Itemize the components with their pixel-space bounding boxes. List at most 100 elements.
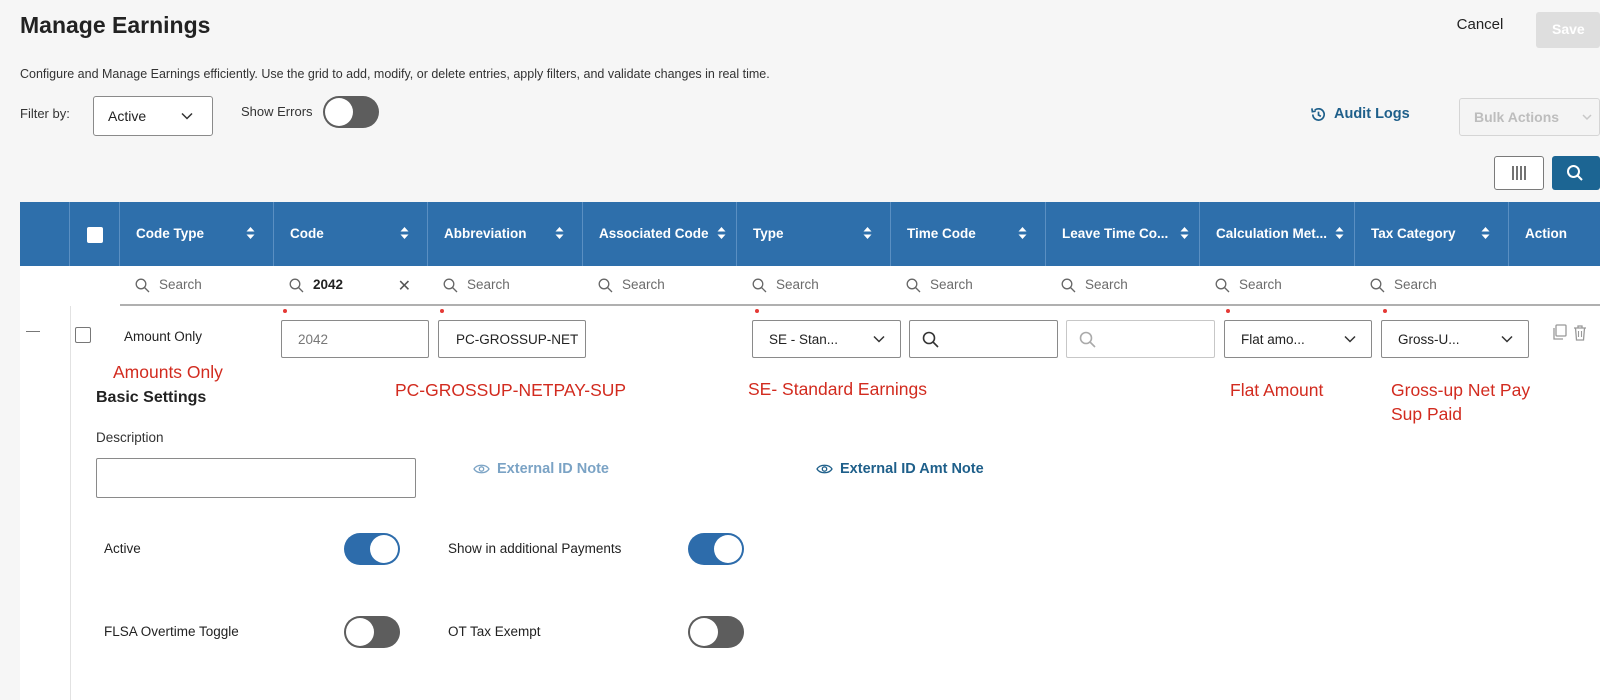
external-id-note-label: External ID Note xyxy=(497,461,609,477)
column-label: Abbreviation xyxy=(444,226,527,241)
collapse-row-icon[interactable] xyxy=(26,331,40,332)
active-toggle[interactable] xyxy=(344,533,400,565)
copy-icon[interactable] xyxy=(1552,324,1568,341)
row-checkbox[interactable] xyxy=(75,327,91,343)
filter-placeholder: Search xyxy=(467,277,510,292)
annotation-tax-line1: Gross-up Net Pay xyxy=(1391,380,1531,400)
chevron-down-icon xyxy=(1501,335,1513,343)
abbreviation-filter-input[interactable]: Search xyxy=(427,266,582,306)
ot-tax-exempt-toggle[interactable] xyxy=(688,616,744,648)
chevron-down-icon xyxy=(1344,335,1356,343)
filter-by-label: Filter by: xyxy=(20,106,70,121)
external-id-amt-note-link[interactable]: External ID Amt Note xyxy=(816,461,984,477)
eye-icon xyxy=(473,464,490,474)
clear-icon[interactable]: ✕ xyxy=(398,276,411,296)
chevron-down-icon xyxy=(1582,114,1592,121)
type-filter-input[interactable]: Search xyxy=(736,266,890,306)
select-all-checkbox[interactable] xyxy=(87,227,103,243)
toggle-knob xyxy=(690,618,718,646)
save-button[interactable]: Save xyxy=(1536,12,1600,48)
leave-time-code-filter-input[interactable]: Search xyxy=(1045,266,1199,306)
search-button[interactable] xyxy=(1552,156,1600,190)
column-header-code[interactable]: Code xyxy=(273,202,427,266)
sort-icon xyxy=(246,227,255,239)
column-header-type[interactable]: Type xyxy=(736,202,890,266)
search-icon xyxy=(289,278,304,293)
audit-logs-link[interactable]: Audit Logs xyxy=(1311,106,1410,122)
flsa-overtime-label: FLSA Overtime Toggle xyxy=(104,624,239,639)
bulk-actions-label: Bulk Actions xyxy=(1474,109,1560,125)
time-code-filter-input[interactable]: Search xyxy=(890,266,1045,306)
column-label: Leave Time Co... xyxy=(1062,226,1169,241)
column-header-code-type[interactable]: Code Type xyxy=(119,202,273,266)
column-header-tax-category[interactable]: Tax Category xyxy=(1354,202,1508,266)
sort-icon xyxy=(1481,227,1490,239)
flsa-overtime-toggle[interactable] xyxy=(344,616,400,648)
calculation-method-select[interactable]: Flat amo... xyxy=(1224,320,1372,358)
annotation-calculation: Flat Amount xyxy=(1230,380,1324,400)
calculation-method-filter-input[interactable]: Search xyxy=(1199,266,1354,306)
row-gutter-divider xyxy=(70,306,71,700)
abbreviation-input-value: PC-GROSSUP-NET xyxy=(456,332,579,347)
filter-placeholder: Search xyxy=(776,277,819,292)
tax-category-select[interactable]: Gross-U... xyxy=(1381,320,1529,358)
tax-category-filter-input[interactable]: Search xyxy=(1354,266,1508,306)
external-id-amt-note-label: External ID Amt Note xyxy=(840,461,984,477)
search-icon xyxy=(922,331,939,348)
search-icon xyxy=(1061,278,1076,293)
code-input-value: 2042 xyxy=(298,332,329,347)
ot-tax-exempt-label: OT Tax Exempt xyxy=(448,624,541,639)
column-settings-button[interactable] xyxy=(1494,156,1544,190)
required-marker xyxy=(1383,309,1387,313)
delete-icon[interactable] xyxy=(1572,324,1588,341)
column-header-leave-time-code[interactable]: Leave Time Co... xyxy=(1045,202,1199,266)
annotation-type: SE- Standard Earnings xyxy=(748,379,927,399)
show-in-additional-payments-toggle[interactable] xyxy=(688,533,744,565)
description-label: Description xyxy=(96,430,164,445)
search-icon xyxy=(1215,278,1230,293)
basic-settings-title: Basic Settings xyxy=(96,389,207,406)
associated-code-filter-input[interactable]: Search xyxy=(582,266,736,306)
search-icon xyxy=(752,278,767,293)
columns-icon xyxy=(1512,166,1526,180)
grid-body xyxy=(20,306,1600,700)
sort-icon xyxy=(1335,227,1344,239)
sort-icon xyxy=(400,227,409,239)
filter-placeholder: Search xyxy=(622,277,665,292)
code-filter-input[interactable]: 2042 ✕ xyxy=(273,266,427,306)
column-header-abbreviation[interactable]: Abbreviation xyxy=(427,202,582,266)
sort-icon xyxy=(1018,227,1027,239)
abbreviation-input[interactable]: PC-GROSSUP-NET xyxy=(438,320,586,358)
show-errors-toggle[interactable] xyxy=(323,96,379,128)
bulk-actions-button[interactable]: Bulk Actions xyxy=(1459,98,1600,136)
column-header-time-code[interactable]: Time Code xyxy=(890,202,1045,266)
status-filter-select[interactable]: Active xyxy=(93,96,213,136)
leave-time-code-lookup xyxy=(1066,320,1215,358)
column-label: Calculation Met... xyxy=(1216,226,1328,241)
column-header-associated-code[interactable]: Associated Code xyxy=(582,202,736,266)
time-code-lookup[interactable] xyxy=(909,320,1058,358)
filter-placeholder: Search xyxy=(1394,277,1437,292)
toggle-knob xyxy=(346,618,374,646)
type-select-value: SE - Stan... xyxy=(769,332,839,347)
cancel-button[interactable]: Cancel xyxy=(1440,16,1520,42)
grid-filter-row: Search 2042 ✕ Search Search Search Searc… xyxy=(20,266,1600,306)
external-id-note-link[interactable]: External ID Note xyxy=(473,461,609,477)
filter-placeholder: Search xyxy=(159,277,202,292)
show-in-additional-payments-label: Show in additional Payments xyxy=(448,541,622,556)
sort-icon xyxy=(863,227,872,239)
sort-icon xyxy=(1180,227,1189,239)
code-type-filter-input[interactable]: Search xyxy=(119,266,273,306)
filter-placeholder: Search xyxy=(930,277,973,292)
code-input[interactable]: 2042 xyxy=(281,320,429,358)
eye-icon xyxy=(816,464,833,474)
column-header-calculation-method[interactable]: Calculation Met... xyxy=(1199,202,1354,266)
search-icon xyxy=(1567,165,1583,181)
column-label: Code xyxy=(290,226,324,241)
description-input[interactable] xyxy=(96,458,416,498)
sort-icon xyxy=(717,227,726,239)
type-select[interactable]: SE - Stan... xyxy=(752,320,901,358)
column-label: Code Type xyxy=(136,226,205,241)
column-label: Action xyxy=(1525,226,1567,241)
chevron-down-icon xyxy=(181,112,193,120)
